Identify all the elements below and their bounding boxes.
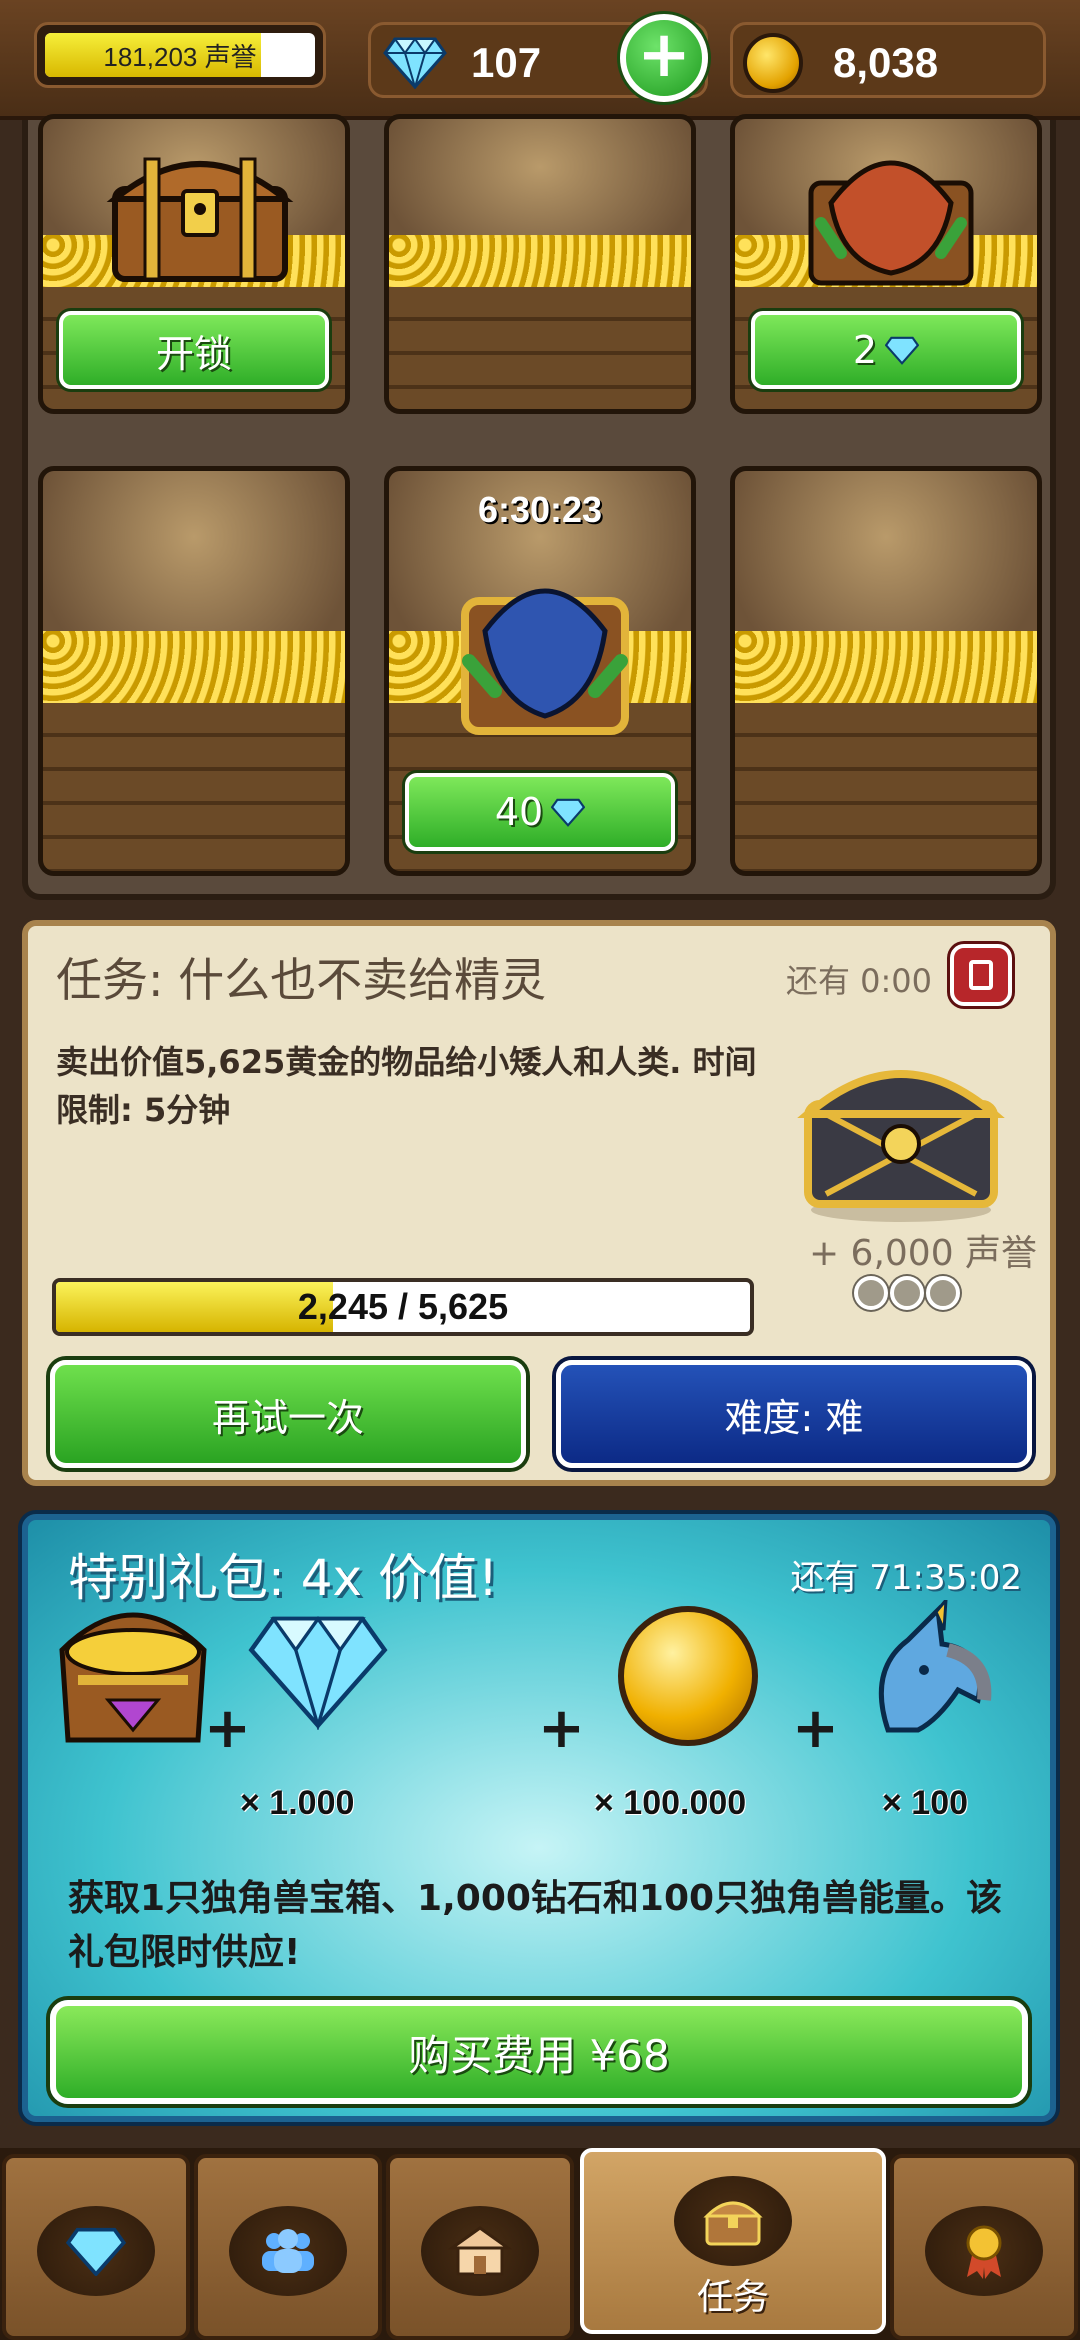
slot-floor (389, 287, 691, 409)
unicorn-icon (878, 1600, 992, 1733)
chest-slot-3[interactable]: 2 (730, 114, 1042, 414)
unlock-label: 开锁 (155, 331, 232, 376)
chest-slot-4 (38, 466, 350, 876)
quest-description: 卖出价值5,625黄金的物品给小矮人和人类. 时间限制: 5分钟 (56, 1043, 757, 1129)
chest-slot-5[interactable]: 6:30:23 40 (384, 466, 696, 876)
gold-count: 8,038 (833, 39, 939, 86)
slot-gold (43, 631, 345, 703)
speedup-button-40-gems[interactable]: 40 (405, 773, 675, 851)
tab-quests[interactable]: 任务 (580, 2148, 886, 2334)
medal-icon (966, 2225, 1002, 2279)
retry-button[interactable]: 再试一次 (50, 1360, 526, 1468)
gold-coin-icon (743, 33, 803, 93)
chest-timer: 6:30:23 (477, 489, 603, 530)
buy-offer-button[interactable]: 购买费用 ¥68 (50, 2000, 1028, 2104)
difficulty-button[interactable]: 难度: 难 (556, 1360, 1032, 1468)
chest-grid: 开锁 2 6:30:23 40 (22, 114, 1056, 900)
gem-icon (551, 798, 586, 827)
gold-quantity: × 100.000 (594, 1784, 747, 1822)
plus-icon: + (637, 18, 691, 92)
slot-gold (735, 631, 1037, 703)
quest-title: 任务: 什么也不卖给精灵 (56, 953, 547, 1007)
quest-progress-bar: 2,245 / 5,625 (52, 1278, 754, 1336)
gem-icon (66, 2227, 126, 2276)
gem-icon (885, 336, 920, 365)
gem-price: 40 (494, 790, 544, 834)
tab-quests-label: 任务 (696, 2277, 769, 2318)
chest-icon (703, 2201, 763, 2246)
slot-gold (389, 235, 691, 288)
quest-time-left: 还有 0:00 (785, 962, 932, 1000)
difficulty-circle (854, 1276, 888, 1310)
tab-achievements[interactable] (890, 2154, 1078, 2340)
gem-price: 2 (852, 328, 878, 372)
tab-customers[interactable] (194, 2154, 382, 2340)
difficulty-circles (854, 1276, 960, 1310)
reputation-meter[interactable]: 181,203 声誉 (34, 22, 326, 88)
plus-sign: + (792, 1696, 839, 1761)
difficulty-circle (890, 1276, 924, 1310)
chest-slot-1[interactable]: 开锁 (38, 114, 350, 414)
reward-chest-icon (797, 1070, 1005, 1222)
tab-gem-shop[interactable] (2, 2154, 190, 2340)
tab-icon-wrap (421, 2206, 539, 2296)
speedup-button-2-gems[interactable]: 2 (751, 311, 1021, 389)
gem-count: 107 (471, 39, 542, 86)
reputation-text: 181,203 声誉 (103, 41, 257, 72)
plus-sign: + (538, 1696, 585, 1761)
wooden-chest-icon (106, 157, 294, 282)
shop-icon (448, 2226, 512, 2276)
add-gems-button[interactable]: + (620, 14, 708, 102)
offer-description: 获取1只独角兽宝箱、1,000钻石和100只独角兽能量。该礼包限时供应! (68, 1878, 1003, 1973)
offer-time-left: 还有 71:35:02 (790, 1558, 1022, 1598)
chest-slot-2 (384, 114, 696, 414)
chest-slot-6 (730, 466, 1042, 876)
tab-icon-wrap (37, 2206, 155, 2296)
special-offer-panel: 特别礼包: 4x 价值! 还有 71:35:02 + × 1.000 + × 1… (22, 1514, 1056, 2122)
gold-counter[interactable]: 8,038 (730, 22, 1046, 98)
gem-icon (248, 1616, 388, 1730)
gold-coin-icon (618, 1606, 758, 1746)
quest-progress-text: 2,245 / 5,625 (297, 1286, 509, 1327)
unicorn-chest-icon (59, 1612, 207, 1743)
tab-icon-wrap (229, 2206, 347, 2296)
tab-shop[interactable] (386, 2154, 574, 2340)
difficulty-circle (926, 1276, 960, 1310)
slot-floor (735, 703, 1037, 871)
tab-icon-wrap (925, 2206, 1043, 2296)
covered-chest-icon (808, 160, 974, 286)
bottom-nav: 任务 (0, 2148, 1080, 2340)
quest-panel: 任务: 什么也不卖给精灵 还有 0:00 卖出价值5,625黄金的物品给小矮人和… (22, 920, 1056, 1486)
gem-icon (383, 37, 447, 89)
people-icon (262, 2229, 314, 2273)
unicorn-quantity: × 100 (882, 1784, 969, 1822)
exit-icon (969, 960, 993, 990)
covered-chest-icon (461, 588, 629, 735)
quest-reward: + 6,000 声誉 (808, 1233, 1038, 1274)
tab-icon-wrap (674, 2176, 792, 2266)
slot-floor (43, 703, 345, 871)
reputation-bar: 181,203 声誉 (45, 33, 315, 77)
gem-quantity: × 1.000 (240, 1784, 355, 1822)
top-bar: 181,203 声誉 107 + 8,038 (0, 0, 1080, 120)
quest-abandon-button[interactable] (950, 944, 1012, 1006)
unlock-button[interactable]: 开锁 (59, 311, 329, 389)
